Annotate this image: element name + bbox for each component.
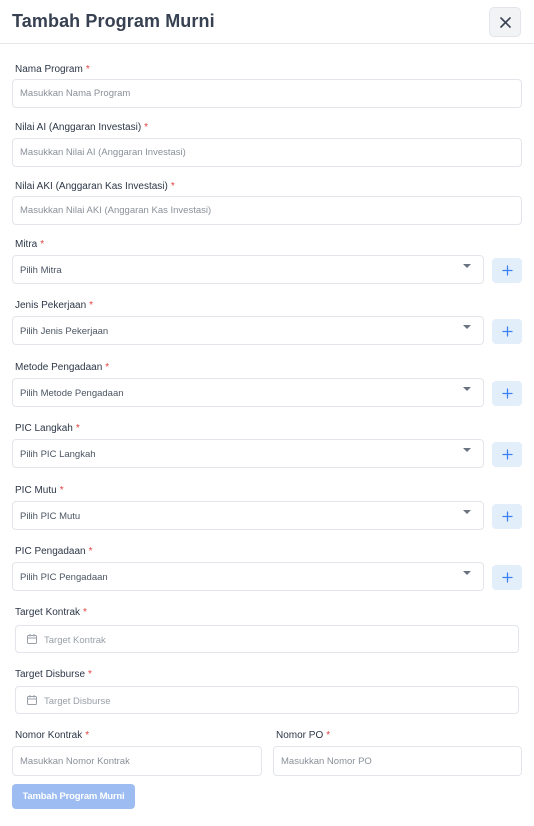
required-mark: *	[59, 485, 64, 496]
required-mark: *	[85, 730, 90, 741]
calendar-icon	[27, 634, 37, 644]
required-mark: *	[105, 362, 110, 373]
metode-pengadaan-label-text: Metode Pengadaan	[15, 362, 103, 373]
pic-langkah-select[interactable]: Pilih PIC Langkah	[12, 439, 484, 468]
plus-icon	[501, 572, 513, 583]
pic-pengadaan-label-text: PIC Pengadaan	[15, 546, 86, 557]
target-disburse-label-text: Target Disburse	[15, 669, 86, 680]
target-kontrak-datepicker[interactable]: Target Kontrak	[15, 625, 519, 653]
nilai-aki-label-text: Nilai AKI (Anggaran Kas Investasi)	[15, 181, 168, 192]
mitra-label-text: Mitra	[15, 239, 38, 250]
target-kontrak-label: Target Kontrak *	[15, 607, 87, 618]
nomor-po-label-text: Nomor PO	[276, 730, 324, 741]
nama-program-input[interactable]	[12, 79, 522, 108]
pic-langkah-label-text: PIC Langkah	[15, 423, 73, 434]
nomor-kontrak-label-text: Nomor Kontrak	[15, 730, 83, 741]
modal-title: Tambah Program Murni	[12, 11, 215, 31]
add-mitra-button[interactable]	[492, 258, 522, 283]
nilai-aki-input[interactable]	[12, 196, 522, 225]
modal-header: Tambah Program Murni	[0, 0, 534, 44]
required-mark: *	[170, 181, 175, 192]
caret-down-icon	[463, 264, 471, 268]
pic-mutu-label-text: PIC Mutu	[15, 485, 57, 496]
mitra-select-value: Pilih Mitra	[20, 265, 62, 276]
nilai-ai-input[interactable]	[12, 138, 522, 167]
nama-program-label: Nama Program *	[15, 64, 90, 75]
required-mark: *	[85, 64, 90, 75]
required-mark: *	[88, 546, 93, 557]
add-pic-langkah-button[interactable]	[492, 442, 522, 467]
caret-down-icon	[463, 571, 471, 575]
plus-icon	[501, 511, 513, 522]
nomor-kontrak-input[interactable]	[12, 746, 262, 776]
pic-mutu-select[interactable]: Pilih PIC Mutu	[12, 501, 484, 530]
mitra-label: Mitra *	[15, 239, 44, 250]
add-pic-pengadaan-button[interactable]	[492, 565, 522, 590]
jenis-pekerjaan-label-text: Jenis Pekerjaan	[15, 300, 87, 311]
pic-pengadaan-select-value: Pilih PIC Pengadaan	[20, 572, 108, 583]
pic-langkah-select-value: Pilih PIC Langkah	[20, 449, 96, 460]
nilai-ai-label-text: Nilai AI (Anggaran Investasi)	[15, 122, 142, 133]
caret-down-icon	[463, 325, 471, 329]
plus-icon	[501, 388, 513, 399]
pic-pengadaan-label: PIC Pengadaan *	[15, 546, 93, 557]
required-mark: *	[40, 239, 45, 250]
jenis-pekerjaan-select-value: Pilih Jenis Pekerjaan	[20, 326, 109, 337]
nama-program-label-text: Nama Program	[15, 64, 83, 75]
metode-pengadaan-select[interactable]: Pilih Metode Pengadaan	[12, 378, 484, 407]
target-disburse-datepicker[interactable]: Target Disburse	[15, 686, 519, 714]
required-mark: *	[144, 122, 149, 133]
metode-pengadaan-label: Metode Pengadaan *	[15, 362, 109, 373]
pic-mutu-select-value: Pilih PIC Mutu	[20, 511, 81, 522]
close-button[interactable]	[489, 7, 521, 37]
required-mark: *	[75, 423, 80, 434]
plus-icon	[501, 265, 513, 276]
metode-pengadaan-select-value: Pilih Metode Pengadaan	[20, 388, 124, 399]
caret-down-icon	[463, 448, 471, 452]
nilai-ai-label: Nilai AI (Anggaran Investasi) *	[15, 122, 148, 133]
pic-mutu-label: PIC Mutu *	[15, 485, 64, 496]
mitra-select[interactable]: Pilih Mitra	[12, 255, 484, 284]
add-pic-mutu-button[interactable]	[492, 504, 522, 529]
jenis-pekerjaan-label: Jenis Pekerjaan *	[15, 300, 93, 311]
caret-down-icon	[463, 387, 471, 391]
caret-down-icon	[463, 510, 471, 514]
pic-pengadaan-select[interactable]: Pilih PIC Pengadaan	[12, 562, 484, 591]
required-mark: *	[88, 669, 92, 680]
target-kontrak-label-text: Target Kontrak	[15, 607, 81, 618]
target-kontrak-placeholder: Target Kontrak	[44, 635, 106, 646]
required-mark: *	[89, 300, 94, 311]
plus-icon	[501, 326, 513, 337]
nomor-po-input[interactable]	[273, 746, 522, 776]
jenis-pekerjaan-select[interactable]: Pilih Jenis Pekerjaan	[12, 316, 484, 345]
required-mark: *	[83, 607, 87, 618]
calendar-icon	[27, 695, 37, 705]
submit-button[interactable]: Tambah Program Murni	[12, 784, 135, 809]
target-disburse-placeholder: Target Disburse	[44, 696, 111, 707]
add-jenis-pekerjaan-button[interactable]	[492, 319, 522, 344]
nomor-po-label: Nomor PO *	[276, 730, 330, 741]
pic-langkah-label: PIC Langkah *	[15, 423, 80, 434]
target-disburse-label: Target Disburse *	[15, 669, 92, 680]
plus-icon	[501, 449, 513, 460]
nomor-kontrak-label: Nomor Kontrak *	[15, 730, 89, 741]
required-mark: *	[326, 730, 331, 741]
close-icon	[499, 16, 511, 28]
add-metode-pengadaan-button[interactable]	[492, 381, 522, 406]
nilai-aki-label: Nilai AKI (Anggaran Kas Investasi) *	[15, 181, 175, 192]
